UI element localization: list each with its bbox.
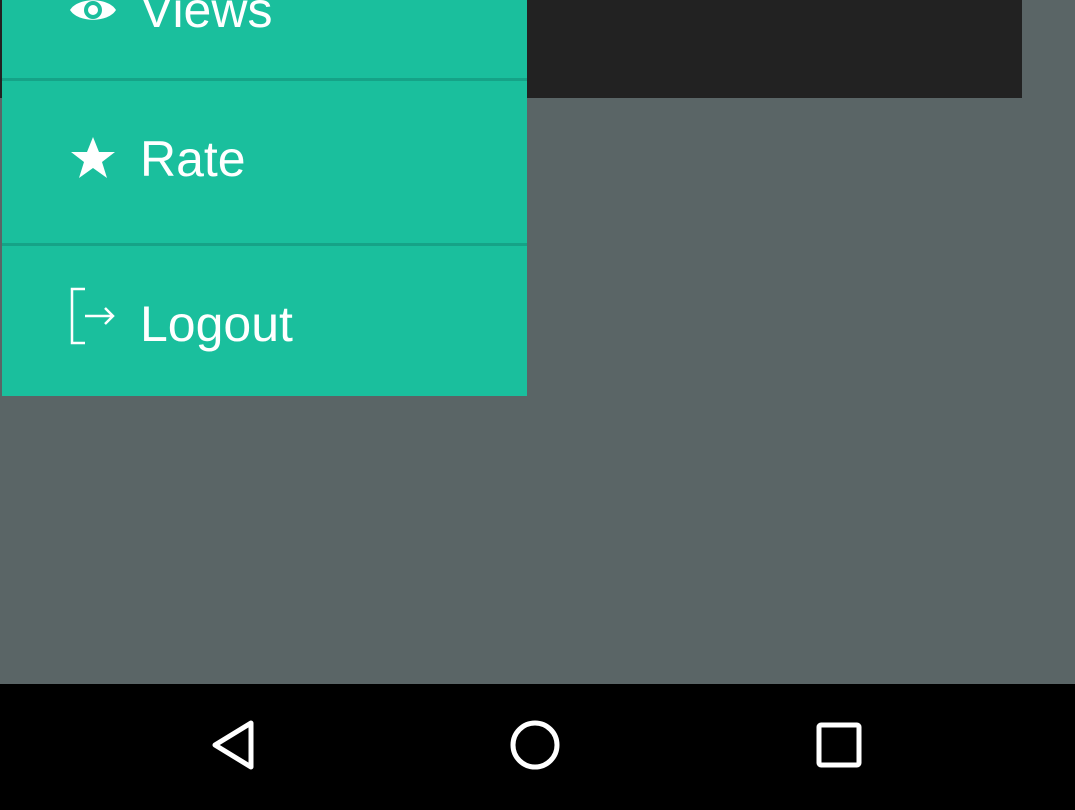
recents-square-icon	[815, 721, 863, 774]
back-button[interactable]	[198, 714, 268, 780]
drawer-item-label: Rate	[140, 131, 246, 187]
drawer-item-label: Views	[140, 0, 273, 38]
home-button[interactable]	[500, 714, 570, 780]
eye-icon	[68, 0, 118, 35]
star-icon	[68, 133, 118, 183]
back-triangle-icon	[209, 719, 257, 776]
drawer-item-rate[interactable]: Rate	[2, 81, 527, 244]
navigation-drawer: Views Rate Logout	[2, 0, 527, 396]
system-navigation-bar	[0, 684, 1075, 810]
drawer-item-logout[interactable]: Logout	[2, 246, 527, 396]
logout-icon	[68, 286, 118, 346]
recents-button[interactable]	[804, 714, 874, 780]
drawer-item-label: Logout	[140, 296, 293, 352]
drawer-item-views[interactable]: Views	[2, 0, 527, 79]
home-circle-icon	[508, 718, 562, 777]
